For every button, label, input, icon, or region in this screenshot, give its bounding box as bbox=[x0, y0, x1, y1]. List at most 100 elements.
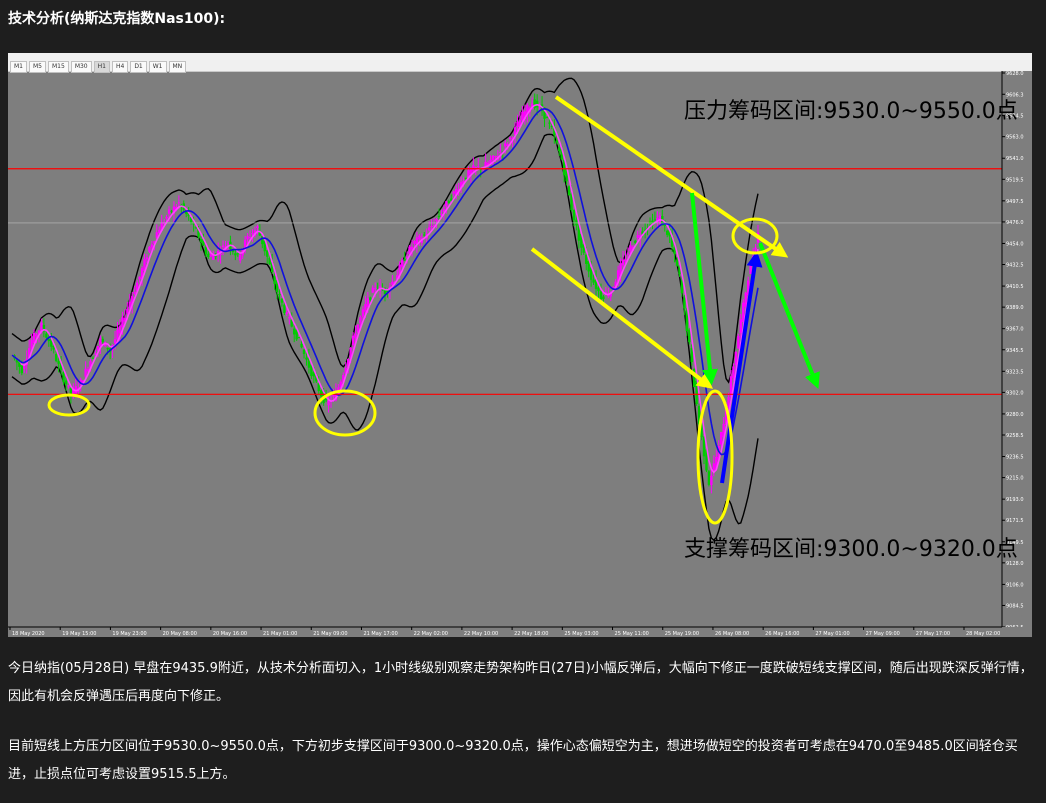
candle-body bbox=[545, 117, 549, 119]
candle-body bbox=[548, 122, 551, 124]
candle-body bbox=[712, 463, 716, 471]
candle-body bbox=[400, 259, 404, 267]
candle-body bbox=[121, 317, 124, 328]
time-tick-label: 20 May 08:00 bbox=[163, 631, 197, 637]
candle-body bbox=[369, 297, 372, 301]
candle-body bbox=[754, 247, 757, 252]
candle-body bbox=[293, 328, 296, 335]
candle-body bbox=[101, 338, 104, 342]
candle-body bbox=[251, 233, 254, 235]
candle-body bbox=[558, 147, 561, 152]
candle-body bbox=[351, 335, 355, 346]
candle-body bbox=[305, 357, 308, 360]
candle-body bbox=[516, 121, 519, 128]
time-tick-label: 27 May 09:00 bbox=[866, 631, 900, 637]
time-tick-label: 28 May 02:00 bbox=[966, 631, 1000, 637]
candle-body bbox=[57, 360, 60, 364]
price-tick-label: 9106.0 bbox=[1006, 582, 1024, 588]
candle-body bbox=[634, 240, 637, 243]
candle-body bbox=[707, 471, 711, 485]
candle-body bbox=[585, 254, 588, 264]
candle-body bbox=[739, 319, 743, 333]
candle-body bbox=[719, 431, 723, 445]
time-tick-label: 19 May 23:00 bbox=[112, 631, 146, 637]
candle-body bbox=[648, 221, 652, 223]
candle-body bbox=[297, 337, 301, 339]
time-tick-label: 27 May 17:00 bbox=[916, 631, 950, 637]
time-tick-label: 18 May 2020 bbox=[12, 631, 45, 637]
candle-body bbox=[150, 244, 154, 248]
candle-body bbox=[239, 255, 242, 261]
down-arrow-green-2 bbox=[758, 242, 820, 389]
candle-body bbox=[359, 317, 362, 324]
candle-body bbox=[504, 143, 507, 147]
price-tick-label: 9454.0 bbox=[1006, 241, 1024, 247]
candle-body bbox=[62, 372, 65, 382]
price-tick-label: 9193.0 bbox=[1006, 497, 1024, 503]
candle-body bbox=[204, 246, 208, 255]
price-tick-label: 9171.5 bbox=[1006, 518, 1024, 524]
candle-body bbox=[256, 226, 259, 229]
candle-body bbox=[64, 380, 68, 385]
candle-body bbox=[683, 297, 686, 309]
price-tick-label: 9497.5 bbox=[1006, 199, 1024, 205]
level-lines: 9530.39300.09474.9 bbox=[8, 164, 1032, 399]
chart-canvas[interactable]: 9530.39300.09474.9 9628.09606.39584.5956… bbox=[8, 53, 1032, 637]
candle-body bbox=[236, 253, 239, 255]
time-tick-label: 22 May 10:00 bbox=[464, 631, 498, 637]
candle-body bbox=[170, 210, 173, 212]
candle-body bbox=[361, 309, 365, 317]
price-tick-label: 9345.5 bbox=[1006, 348, 1024, 354]
time-tick-label: 25 May 03:00 bbox=[564, 631, 598, 637]
time-tick-label: 26 May 08:00 bbox=[715, 631, 749, 637]
candle-body bbox=[494, 155, 497, 157]
time-tick-label: 19 May 15:00 bbox=[62, 631, 96, 637]
candle-body bbox=[371, 287, 374, 293]
support-zone-text: 支撑筹码区间:9300.0~9320.0点 bbox=[684, 537, 1018, 562]
price-tick-label: 9410.5 bbox=[1006, 284, 1024, 290]
analysis-paragraph-1: 今日纳指(05月28日) 早盘在9435.9附近，从技术分析面切入，1小时线级别… bbox=[8, 661, 1033, 704]
candle-body bbox=[246, 236, 249, 240]
candle-body bbox=[575, 219, 578, 226]
time-tick-label: 26 May 16:00 bbox=[765, 631, 799, 637]
candle-body bbox=[165, 216, 168, 219]
annotations: 压力筹码区间:9530.0~9550.0点支撑筹码区间:9300.0~9320.… bbox=[47, 95, 1018, 562]
candle-body bbox=[413, 240, 416, 244]
candle-body bbox=[710, 475, 713, 485]
candle-body bbox=[133, 291, 136, 294]
time-tick-label: 25 May 11:00 bbox=[615, 631, 649, 637]
price-tick-label: 9628.0 bbox=[1006, 71, 1024, 77]
price-tick-label: 9563.0 bbox=[1006, 135, 1024, 141]
candle-body bbox=[403, 258, 406, 261]
candle-body bbox=[91, 357, 95, 359]
time-tick-label: 22 May 02:00 bbox=[414, 631, 448, 637]
candle-body bbox=[332, 394, 335, 397]
candle-body bbox=[148, 246, 151, 252]
resistance-zone-text: 压力筹码区间:9530.0~9550.0点 bbox=[684, 99, 1018, 124]
candle-body bbox=[626, 253, 630, 255]
price-tick-label: 9519.5 bbox=[1006, 177, 1024, 183]
bollinger-bands bbox=[11, 77, 759, 542]
candle-body bbox=[508, 137, 512, 140]
candle-body bbox=[300, 343, 303, 348]
candle-body bbox=[572, 209, 576, 221]
candle-body bbox=[280, 298, 284, 303]
candle-body bbox=[430, 226, 433, 228]
price-tick-label: 9258.5 bbox=[1006, 433, 1024, 439]
candle-body bbox=[199, 239, 203, 243]
candle-body bbox=[499, 151, 502, 153]
candle-body bbox=[54, 354, 58, 362]
candle-body bbox=[447, 200, 451, 204]
candle-body bbox=[116, 329, 119, 340]
price-tick-label: 9302.0 bbox=[1006, 390, 1024, 396]
price-tick-label: 9323.5 bbox=[1006, 369, 1024, 375]
time-axis: 18 May 2020 19 May 15:00 19 May 23:00 20 Ma… bbox=[8, 626, 1032, 637]
price-chart[interactable]: M1M5M15M30H1H4D1W1MN 9530.39300.09474.9 … bbox=[8, 53, 1032, 637]
candle-body bbox=[597, 287, 600, 292]
candle-body bbox=[45, 333, 48, 338]
candle-body bbox=[285, 312, 289, 314]
candle-body bbox=[167, 209, 171, 214]
price-tick-label: 9541.0 bbox=[1006, 156, 1024, 162]
candle-body bbox=[435, 218, 438, 222]
candle-body bbox=[737, 336, 740, 349]
